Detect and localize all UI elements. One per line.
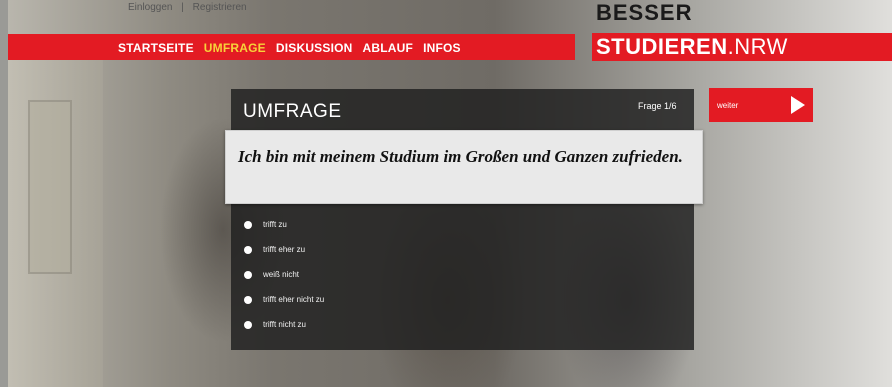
login-links: Einloggen | Registrieren xyxy=(125,2,250,13)
nav-item-umfrage[interactable]: UMFRAGE xyxy=(204,41,266,55)
option-label: trifft zu xyxy=(263,220,287,229)
question-text: Ich bin mit meinem Studium im Großen und… xyxy=(238,147,683,166)
next-button[interactable]: weiter xyxy=(709,88,813,122)
nav-item-ablauf[interactable]: ABLAUF xyxy=(363,41,414,55)
logo-bold: STUDIEREN xyxy=(596,34,728,59)
nav-item-diskussion[interactable]: DISKUSSION xyxy=(276,41,353,55)
option-trifft-zu[interactable]: trifft zu xyxy=(244,212,324,237)
nav-item-infos[interactable]: INFOS xyxy=(423,41,461,55)
survey-title: UMFRAGE xyxy=(243,101,342,122)
question-progress: Frage 1/6 xyxy=(638,101,677,111)
login-link[interactable]: Einloggen xyxy=(128,2,172,13)
arrow-right-icon xyxy=(791,96,805,114)
option-label: trifft eher zu xyxy=(263,245,306,254)
radio-icon[interactable] xyxy=(244,320,252,329)
radio-icon[interactable] xyxy=(244,220,252,229)
radio-icon[interactable] xyxy=(244,245,252,254)
radio-icon[interactable] xyxy=(244,270,252,279)
option-trifft-eher-zu[interactable]: trifft eher zu xyxy=(244,237,324,262)
login-separator: | xyxy=(181,2,184,13)
option-label: trifft nicht zu xyxy=(263,320,306,329)
option-trifft-eher-nicht-zu[interactable]: trifft eher nicht zu xyxy=(244,287,324,312)
main-nav: STARTSEITE UMFRAGE DISKUSSION ABLAUF INF… xyxy=(118,41,461,55)
option-label: trifft eher nicht zu xyxy=(263,295,325,304)
question-box: Ich bin mit meinem Studium im Großen und… xyxy=(225,130,703,204)
answer-options: trifft zu trifft eher zu weiß nicht trif… xyxy=(244,212,324,337)
next-button-label: weiter xyxy=(717,101,739,110)
logo-line-1: BESSER xyxy=(596,0,693,25)
logo-line-2: STUDIEREN.NRW xyxy=(596,35,788,59)
background-door xyxy=(28,100,72,274)
option-trifft-nicht-zu[interactable]: trifft nicht zu xyxy=(244,312,324,337)
option-label: weiß nicht xyxy=(263,270,300,279)
radio-icon[interactable] xyxy=(244,295,252,304)
logo-suffix: .NRW xyxy=(727,34,788,59)
nav-item-startseite[interactable]: STARTSEITE xyxy=(118,41,194,55)
option-weiss-nicht[interactable]: weiß nicht xyxy=(244,262,324,287)
register-link[interactable]: Registrieren xyxy=(193,2,247,13)
